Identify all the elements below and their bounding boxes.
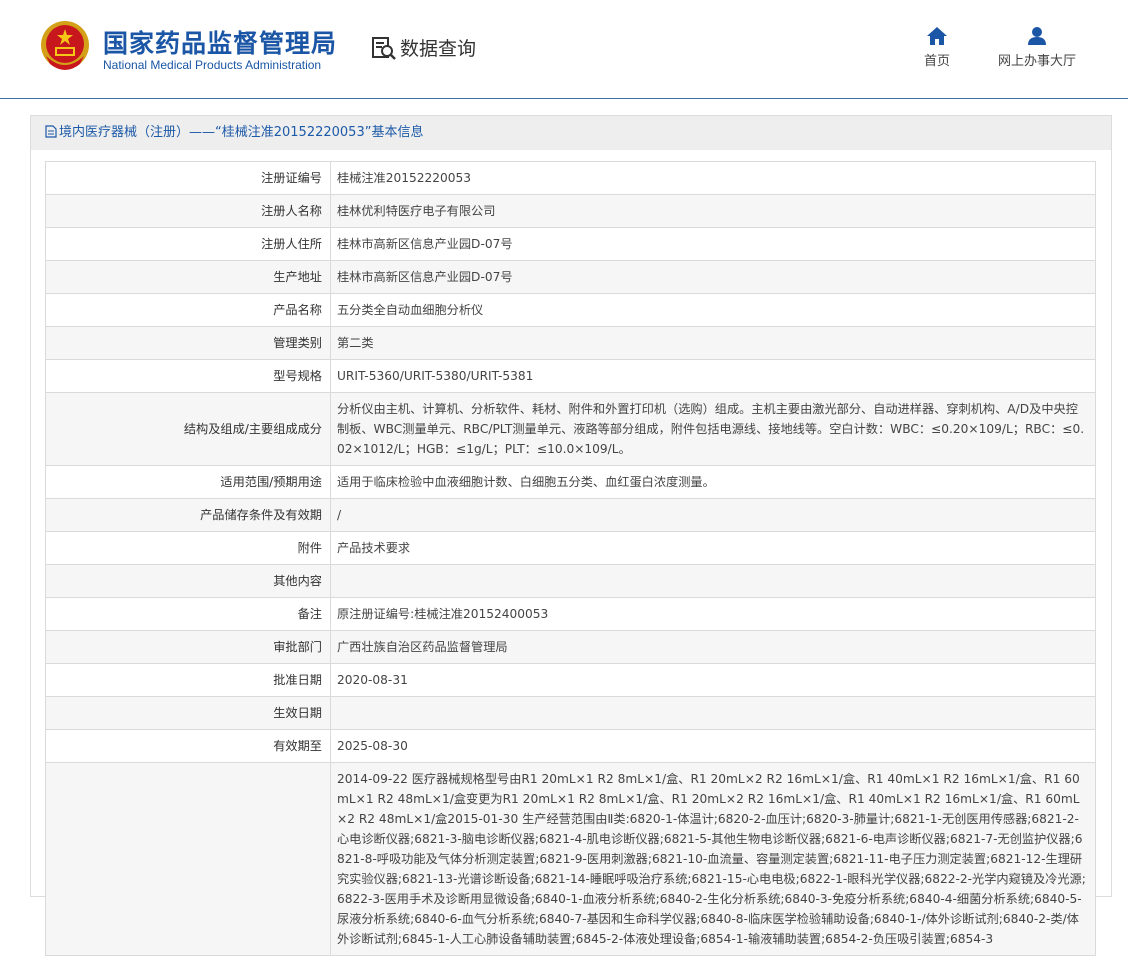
site-title[interactable]: 国家药品监督管理局 [103,24,337,60]
table-row: 结构及组成/主要组成成分 分析仪由主机、计算机、分析软件、耗材、附件和外置打印机（… [45,392,1096,466]
table-row: 产品储存条件及有效期 / [45,498,1096,532]
table-row: 附件 产品技术要求 [45,531,1096,565]
table-row: 生产地址 桂林市高新区信息产业园D-07号 [45,260,1096,294]
row-key: 注册人名称 [45,194,331,228]
row-key: 其他内容 [45,564,331,598]
row-key: 有效期至 [45,729,331,763]
nav-online-service-hall-label: 网上办事大厅 [998,54,1077,69]
document-icon [45,125,57,138]
row-key: 注册人住所 [45,227,331,261]
row-value: 原注册证编号:桂械注准20152400053 [330,597,1096,631]
row-value: 桂林优利特医疗电子有限公司 [330,194,1096,228]
row-value: 第二类 [330,326,1096,360]
table-row: 2014-09-22 医疗器械规格型号由R1 20mL×1 R2 8mL×1/盒… [45,762,1096,956]
site-subtitle: National Medical Products Administration [103,58,322,72]
data-query-icon [372,36,396,60]
table-row: 审批部门 广西壮族自治区药品监督管理局 [45,630,1096,664]
nav-home[interactable]: 首页 [924,26,950,69]
info-table: 注册证编号 桂械注准20152220053 注册人名称 桂林优利特医疗电子有限公司 … [45,161,1096,956]
row-key: 管理类别 [45,326,331,360]
row-key: 注册证编号 [45,161,331,195]
national-emblem-icon [41,21,89,70]
row-key [45,762,331,956]
row-key: 生产地址 [45,260,331,294]
row-value: 2020-08-31 [330,663,1096,697]
table-row: 适用范围/预期用途 适用于临床检验中血液细胞计数、白细胞五分类、血红蛋白浓度测量。 [45,465,1096,499]
row-key: 备注 [45,597,331,631]
nav-home-label: 首页 [924,54,951,69]
row-key: 生效日期 [45,696,331,730]
table-row: 注册人住所 桂林市高新区信息产业园D-07号 [45,227,1096,261]
row-value: 分析仪由主机、计算机、分析软件、耗材、附件和外置打印机（选购）组成。主机主要由激… [330,392,1096,466]
row-key: 型号规格 [45,359,331,393]
home-icon [927,27,947,45]
row-value: 五分类全自动血细胞分析仪 [330,293,1096,327]
row-key: 适用范围/预期用途 [45,465,331,499]
table-row: 生效日期 [45,696,1096,730]
row-value: 产品技术要求 [330,531,1096,565]
row-value [330,696,1096,730]
data-query-heading: 数据查询 [371,34,476,61]
table-row: 备注 原注册证编号:桂械注准20152400053 [45,597,1096,631]
site-header: 国家药品监督管理局 National Medical Products Admi… [0,0,1128,99]
row-value [330,564,1096,598]
row-key: 附件 [45,531,331,565]
table-row: 型号规格 URIT-5360/URIT-5380/URIT-5381 [45,359,1096,393]
row-key: 产品储存条件及有效期 [45,498,331,532]
data-query-label: 数据查询 [400,38,477,60]
row-key: 批准日期 [45,663,331,697]
panel-title-bar: 境内医疗器械（注册）——“桂械注准20152220053”基本信息 [31,116,1111,150]
table-row: 批准日期 2020-08-31 [45,663,1096,697]
row-value: / [330,498,1096,532]
row-key: 结构及组成/主要组成成分 [45,392,331,466]
table-row: 其他内容 [45,564,1096,598]
row-key: 审批部门 [45,630,331,664]
panel-title: 境内医疗器械（注册）——“桂械注准20152220053”基本信息 [59,125,424,140]
row-value: 桂械注准20152220053 [330,161,1096,195]
row-value: 广西壮族自治区药品监督管理局 [330,630,1096,664]
row-value: URIT-5360/URIT-5380/URIT-5381 [330,359,1096,393]
row-value: 桂林市高新区信息产业园D-07号 [330,227,1096,261]
row-value: 2025-08-30 [330,729,1096,763]
row-key: 产品名称 [45,293,331,327]
detail-panel: 境内医疗器械（注册）——“桂械注准20152220053”基本信息 注册证编号桂… [30,115,1112,956]
row-value: 桂林市高新区信息产业园D-07号 [330,260,1096,294]
table-row: 有效期至 2025-08-30 [45,729,1096,763]
user-icon [1028,27,1046,45]
row-value: 适用于临床检验中血液细胞计数、白细胞五分类、血红蛋白浓度测量。 [330,465,1096,499]
row-value: 2014-09-22 医疗器械规格型号由R1 20mL×1 R2 8mL×1/盒… [330,762,1096,956]
table-row: 产品名称 五分类全自动血细胞分析仪 [45,293,1096,327]
table-row: 注册人名称 桂林优利特医疗电子有限公司 [45,194,1096,228]
nav-online-service-hall[interactable]: 网上办事大厅 [998,26,1076,69]
table-row: 管理类别 第二类 [45,326,1096,360]
table-row: 注册证编号 桂械注准20152220053 [45,161,1096,195]
